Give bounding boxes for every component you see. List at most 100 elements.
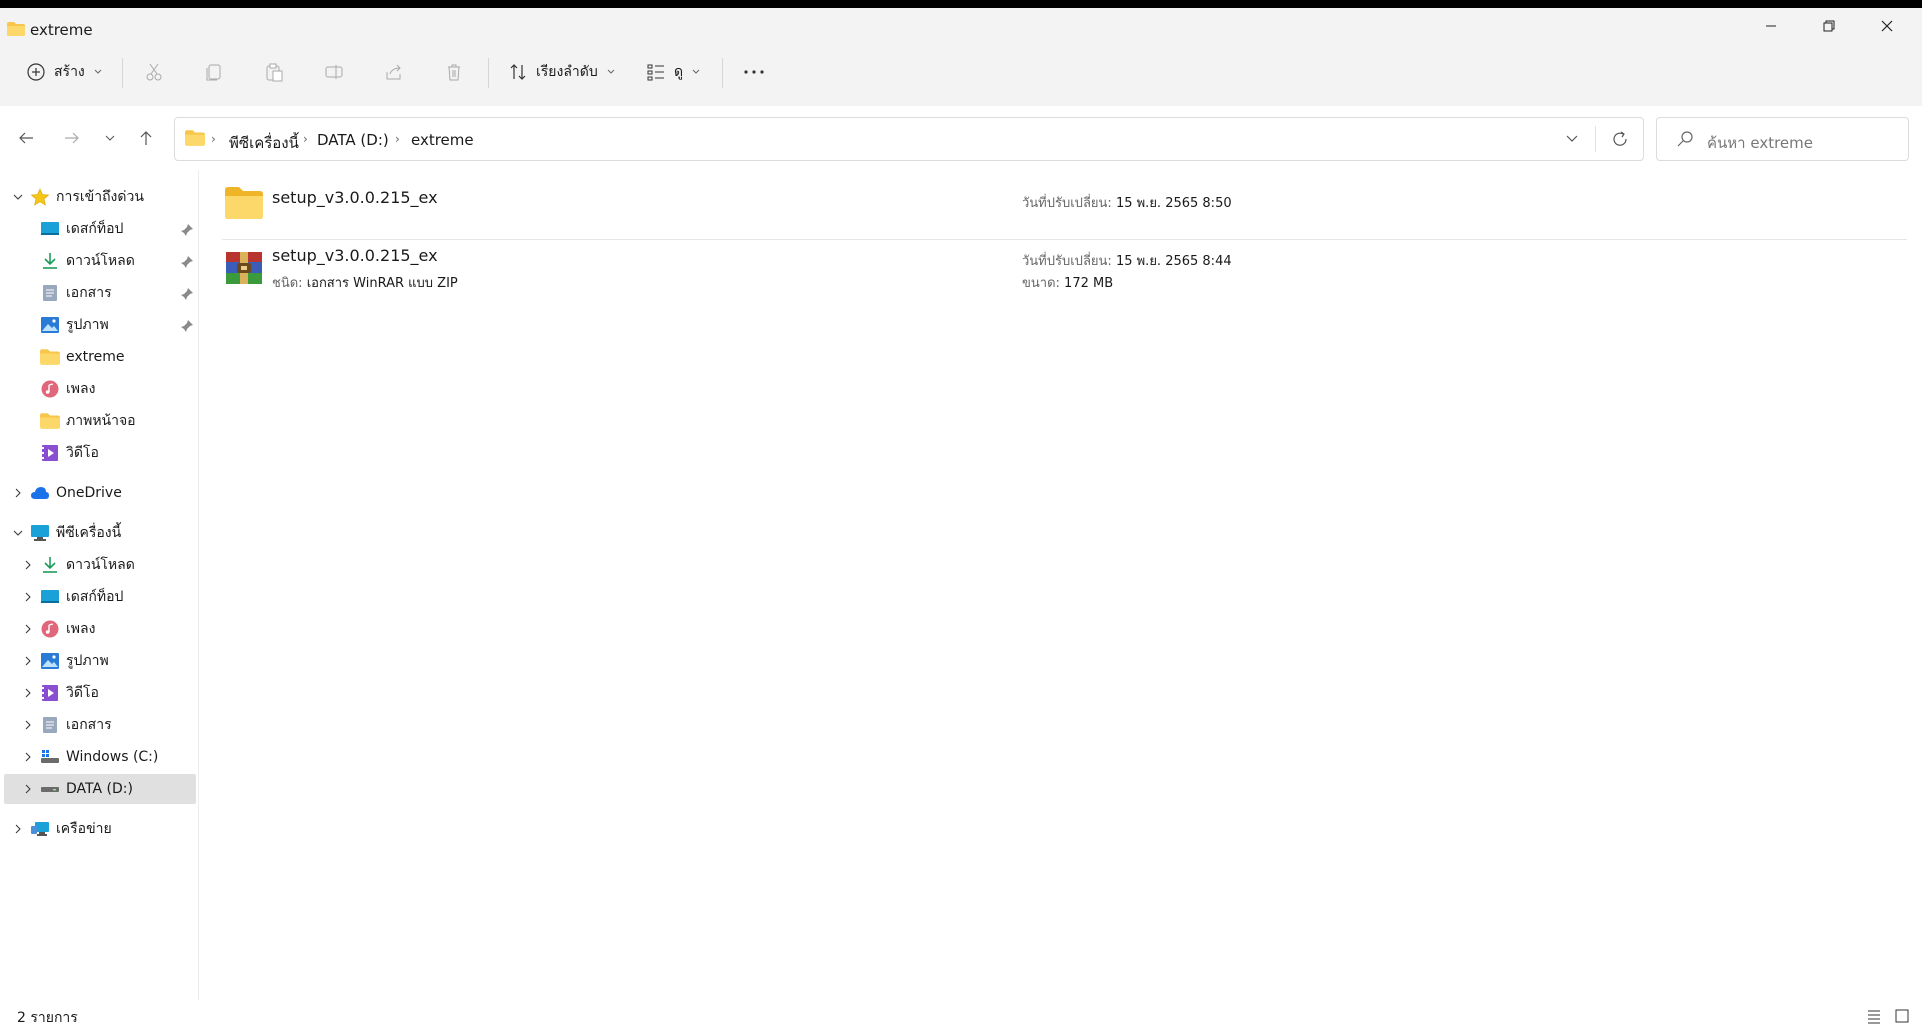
chevron-right-icon <box>25 656 31 666</box>
share-button[interactable] <box>384 56 404 88</box>
search-input[interactable]: ค้นหา extreme <box>1656 117 1909 161</box>
cloud-icon <box>31 487 49 499</box>
more-options-button[interactable] <box>742 56 766 88</box>
sidebar-item-onedrive[interactable]: OneDrive <box>4 478 196 508</box>
sidebar-item-label: รูปภาพ <box>66 653 109 669</box>
sort-icon <box>510 64 526 80</box>
sidebar-item-extreme[interactable]: extreme <box>4 342 196 372</box>
sort-label: เรียงลำดับ <box>536 64 598 80</box>
chevron-down-icon <box>13 194 23 200</box>
sidebar-item-data-d[interactable]: DATA (D:) <box>4 774 196 804</box>
item-count: 2 รายการ <box>17 1010 78 1026</box>
file-modified: วันที่ปรับเปลี่ยน: 15 พ.ย. 2565 8:44 <box>1022 250 1232 271</box>
chevron-down-icon <box>13 530 23 536</box>
new-button[interactable]: สร้าง <box>26 56 103 88</box>
breadcrumb-data-d[interactable]: DATA (D:) <box>317 131 389 149</box>
copy-icon <box>206 64 221 81</box>
sidebar-item-pc-music[interactable]: เพลง <box>4 614 196 644</box>
list-item[interactable]: setup_v3.0.0.215_ex วันที่ปรับเปลี่ยน: 1… <box>222 180 1907 236</box>
chevron-down-icon[interactable] <box>1565 132 1579 146</box>
arrow-up-icon <box>140 131 152 145</box>
chevron-right-icon <box>25 720 31 730</box>
sidebar-item-music[interactable]: เพลง <box>4 374 196 404</box>
sidebar-item-downloads[interactable]: ดาวน์โหลด <box>4 246 196 276</box>
copy-button[interactable] <box>204 56 224 88</box>
up-button[interactable] <box>134 126 158 150</box>
sidebar-item-pc-videos[interactable]: วิดีโอ <box>4 678 196 708</box>
rename-button[interactable] <box>324 56 344 88</box>
back-button[interactable] <box>14 126 38 150</box>
sidebar-item-videos[interactable]: วิดีโอ <box>4 438 196 468</box>
file-type: ชนิด: เอกสาร WinRAR แบบ ZIP <box>272 272 458 293</box>
sidebar-item-network[interactable]: เครือข่าย <box>4 814 196 844</box>
add-icon <box>27 63 45 81</box>
sidebar-item-label: ภาพหน้าจอ <box>66 413 136 429</box>
chevron-down-icon <box>607 69 615 74</box>
pin-icon <box>181 320 193 332</box>
sidebar-item-pc-documents[interactable]: เอกสาร <box>4 710 196 740</box>
sidebar-item-label: เพลง <box>66 621 96 637</box>
restore-button[interactable] <box>1806 8 1852 44</box>
command-bar: สร้าง เรียงลำดับ ดู <box>0 40 1922 107</box>
sidebar-item-label: extreme <box>66 349 125 365</box>
view-button[interactable]: ดู <box>646 56 701 88</box>
folder-icon <box>225 187 263 219</box>
file-modified: วันที่ปรับเปลี่ยน: 15 พ.ย. 2565 8:50 <box>1022 192 1232 213</box>
sidebar-item-pc-desktop[interactable]: เดสก์ท็อป <box>4 582 196 612</box>
sidebar-item-label: ดาวน์โหลด <box>66 253 135 269</box>
sidebar-item-pictures[interactable]: รูปภาพ <box>4 310 196 340</box>
list-item[interactable]: setup_v3.0.0.215_ex ชนิด: เอกสาร WinRAR … <box>222 244 1907 300</box>
share-icon <box>386 64 401 80</box>
chevron-right-icon <box>15 824 21 834</box>
sidebar-item-quick-access[interactable]: การเข้าถึงด่วน <box>4 182 196 212</box>
sidebar-item-screenshots[interactable]: ภาพหน้าจอ <box>4 406 196 436</box>
breadcrumb-this-pc[interactable]: พีซีเครื่องนี้ <box>229 131 299 155</box>
toolbar-divider <box>122 58 123 88</box>
sidebar-item-desktop[interactable]: เดสก์ท็อป <box>4 214 196 244</box>
sidebar-item-label: DATA (D:) <box>66 781 133 797</box>
toolbar-divider <box>488 58 489 88</box>
sidebar-item-documents[interactable]: เอกสาร <box>4 278 196 308</box>
desktop-icon <box>41 590 59 603</box>
size-value: 172 MB <box>1064 276 1114 291</box>
breadcrumb-extreme[interactable]: extreme <box>411 131 474 149</box>
folder-icon <box>185 130 205 146</box>
sidebar-item-windows-c[interactable]: Windows (C:) <box>4 742 196 772</box>
chevron-down-icon <box>692 69 700 74</box>
sidebar-item-label: เอกสาร <box>66 285 112 301</box>
paste-button[interactable] <box>264 56 284 88</box>
new-label: สร้าง <box>54 64 85 80</box>
details-view-icon[interactable] <box>1866 1008 1882 1024</box>
modified-label: วันที่ปรับเปลี่ยน: <box>1022 196 1112 211</box>
refresh-icon[interactable] <box>1611 130 1629 148</box>
sort-button[interactable]: เรียงลำดับ <box>508 56 616 88</box>
row-divider <box>222 239 1907 240</box>
sidebar-item-label: Windows (C:) <box>66 749 159 765</box>
sidebar-item-pc-downloads[interactable]: ดาวน์โหลด <box>4 550 196 580</box>
address-row: › พีซีเครื่องนี้ › DATA (D:) › extreme ค… <box>0 106 1922 170</box>
recent-locations-button[interactable] <box>98 126 122 150</box>
minimize-button[interactable] <box>1748 8 1794 44</box>
sidebar-item-this-pc[interactable]: พีซีเครื่องนี้ <box>4 518 196 548</box>
cut-button[interactable] <box>144 56 164 88</box>
delete-button[interactable] <box>444 56 464 88</box>
forward-button[interactable] <box>60 126 84 150</box>
sidebar-item-pc-pictures[interactable]: รูปภาพ <box>4 646 196 676</box>
more-icon <box>744 70 764 74</box>
close-button[interactable] <box>1864 8 1910 44</box>
sidebar-item-label: เพลง <box>66 381 96 397</box>
music-icon <box>41 380 59 398</box>
status-bar: 2 รายการ <box>0 1000 1922 1030</box>
breadcrumb-separator: › <box>303 132 308 146</box>
folder-icon <box>40 349 60 365</box>
download-icon <box>43 557 57 573</box>
chevron-right-icon <box>25 624 31 634</box>
address-bar[interactable]: › พีซีเครื่องนี้ › DATA (D:) › extreme <box>174 117 1644 161</box>
chevron-right-icon <box>15 488 21 498</box>
sidebar-item-label: เดสก์ท็อป <box>66 589 124 605</box>
tiles-view-icon[interactable] <box>1894 1008 1910 1024</box>
download-icon <box>43 253 57 269</box>
file-name: setup_v3.0.0.215_ex <box>272 246 438 265</box>
chevron-right-icon <box>25 688 31 698</box>
picture-icon <box>41 653 59 669</box>
